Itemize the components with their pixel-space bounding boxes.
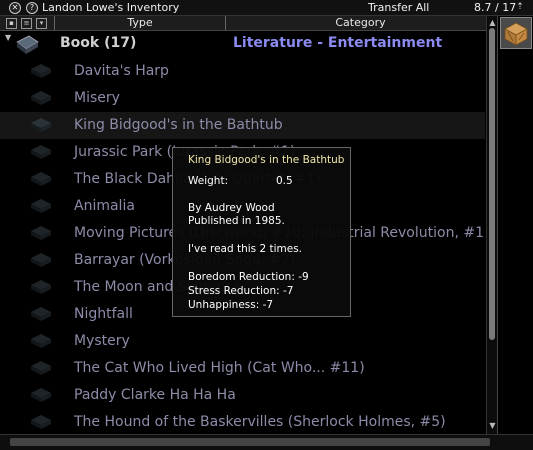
- item-name: The Cat Who Lived High (Cat Who... #11): [74, 360, 365, 376]
- book-icon: [31, 118, 51, 132]
- item-name: Misery: [74, 90, 120, 106]
- list-item[interactable]: Paddy Clarke Ha Ha Ha: [0, 382, 485, 409]
- book-icon: [31, 415, 51, 429]
- book-icon: [31, 145, 51, 159]
- group-name: Book (17): [60, 35, 137, 51]
- title-bar: ✕ ? Landon Lowe's Inventory Transfer All…: [0, 0, 533, 16]
- type-column-header[interactable]: Type: [54, 16, 226, 30]
- book-icon: [31, 91, 51, 105]
- window-title: Landon Lowe's Inventory: [42, 1, 180, 14]
- group-row-book[interactable]: ▼ Book (17) Literature - Entertainment: [0, 31, 485, 58]
- book-icon: [31, 334, 51, 348]
- crate-icon: [504, 22, 528, 46]
- item-tooltip: King Bidgood's in the Bathtub Weight: 0.…: [172, 147, 351, 317]
- tooltip-published: Published in 1985.: [188, 215, 285, 227]
- list-item[interactable]: Davita's Harp: [0, 58, 485, 85]
- list-item[interactable]: King Bidgood's in the Bathtub: [0, 112, 485, 139]
- book-icon: [31, 172, 51, 186]
- collapse-icon[interactable]: ⇡: [514, 2, 526, 13]
- book-icon: [31, 307, 51, 321]
- list-item[interactable]: The Cat Who Lived High (Cat Who... #11): [0, 355, 485, 382]
- book-icon: [31, 253, 51, 267]
- column-header: ▪ ≡ ▾ Type Category: [0, 16, 496, 31]
- book-icon: [16, 35, 39, 54]
- tooltip-read-count: I've read this 2 times.: [188, 243, 303, 255]
- category-column-header[interactable]: Category: [225, 16, 496, 30]
- list-item[interactable]: Mystery: [0, 328, 485, 355]
- weight-readout: 8.7 / 17: [474, 1, 517, 14]
- item-name: Davita's Harp: [74, 63, 169, 79]
- tooltip-weight-label: Weight:: [188, 175, 229, 187]
- transfer-all-button[interactable]: Transfer All: [368, 0, 429, 15]
- list-item[interactable]: The Hound of the Baskervilles (Sherlock …: [0, 409, 485, 435]
- horizontal-scrollbar[interactable]: [10, 438, 490, 446]
- scroll-thumb[interactable]: [489, 28, 495, 340]
- item-name: Mystery: [74, 333, 130, 349]
- book-icon: [31, 226, 51, 240]
- tooltip-author: By Audrey Wood: [188, 202, 275, 214]
- group-category: Literature - Entertainment: [233, 35, 443, 51]
- tooltip-weight-value: 0.5: [276, 175, 293, 187]
- expand-arrow-icon[interactable]: ▼: [5, 33, 11, 42]
- book-icon: [31, 388, 51, 402]
- book-icon: [31, 361, 51, 375]
- sort-icon[interactable]: ≡: [21, 18, 32, 29]
- tooltip-title: King Bidgood's in the Bathtub: [188, 154, 345, 166]
- tooltip-boredom: Boredom Reduction: -9: [188, 271, 309, 283]
- tooltip-unhappiness: Unhappiness: -7: [188, 299, 274, 311]
- book-icon: [31, 280, 51, 294]
- bottom-bar: [0, 434, 533, 450]
- info-icon[interactable]: ?: [26, 2, 38, 14]
- container-panel: [497, 16, 533, 434]
- list-item[interactable]: Misery: [0, 85, 485, 112]
- item-name: Paddy Clarke Ha Ha Ha: [74, 387, 236, 403]
- book-icon: [31, 199, 51, 213]
- item-name: King Bidgood's in the Bathtub: [74, 117, 283, 133]
- book-icon: [31, 64, 51, 78]
- item-name: The Hound of the Baskervilles (Sherlock …: [74, 414, 446, 430]
- item-name: Nightfall: [74, 306, 133, 322]
- tooltip-stress: Stress Reduction: -7: [188, 285, 294, 297]
- close-icon[interactable]: ✕: [9, 2, 21, 14]
- filter-icon[interactable]: ▪: [6, 18, 17, 29]
- item-name: Animalia: [74, 198, 135, 214]
- pin-icon[interactable]: ▾: [36, 18, 47, 29]
- container-button[interactable]: [500, 17, 532, 49]
